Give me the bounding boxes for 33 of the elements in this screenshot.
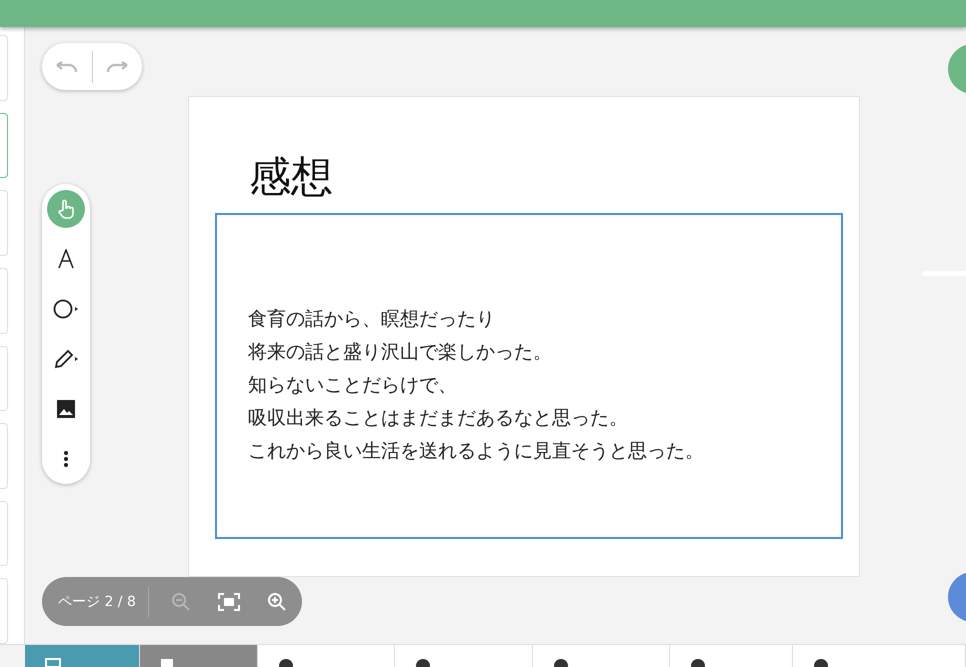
redo-icon [106,60,128,72]
avatar-icon [690,657,706,667]
text-line: これから良い生活を送れるように見直そうと思った。 [248,439,705,464]
text-line: 吸収出来ることはまだまだあるなと思った。 [248,406,629,431]
avatar-icon [553,657,569,667]
more-vertical-icon [63,450,69,468]
text-line: 将来の話と盛り沢山で楽しかった。 [248,340,553,365]
text-line: 食育の話から、瞑想だったり [248,307,496,332]
avatar-icon [415,657,431,667]
pointer-tool-button[interactable] [47,190,85,228]
undo-icon [56,60,78,72]
page-thumbnail[interactable] [0,112,8,178]
bottom-tab[interactable] [258,645,395,667]
page-indicator: ページ 2 / 8 [58,592,136,610]
bottom-tab[interactable] [533,645,670,667]
bottom-tab[interactable] [395,645,533,667]
avatar-icon [813,657,829,667]
bottom-tab[interactable] [793,645,966,667]
card-icon [160,657,174,667]
text-line: 知らないことだらけで、 [248,373,458,398]
bottom-tab[interactable] [670,645,793,667]
grid-icon [45,657,61,667]
zoom-out-icon [170,592,191,612]
image-icon [56,399,76,419]
pencil-icon [53,348,79,370]
avatar-icon [278,657,294,667]
text-a-icon [57,249,75,269]
fit-screen-icon [218,592,240,610]
zoom-in-icon [266,592,287,612]
hand-pointer-icon [57,199,75,219]
slide-title: 感想 [249,151,334,203]
text-box[interactable]: 食育の話から、瞑想だったり 将来の話と盛り沢山で楽しかった。 知らないことだらけで、 吸収出来ることはまだまだあるなと思った。 これから良い生活を送れるように見直そうと思った。 [215,213,843,539]
circle-shape-icon [53,298,79,320]
